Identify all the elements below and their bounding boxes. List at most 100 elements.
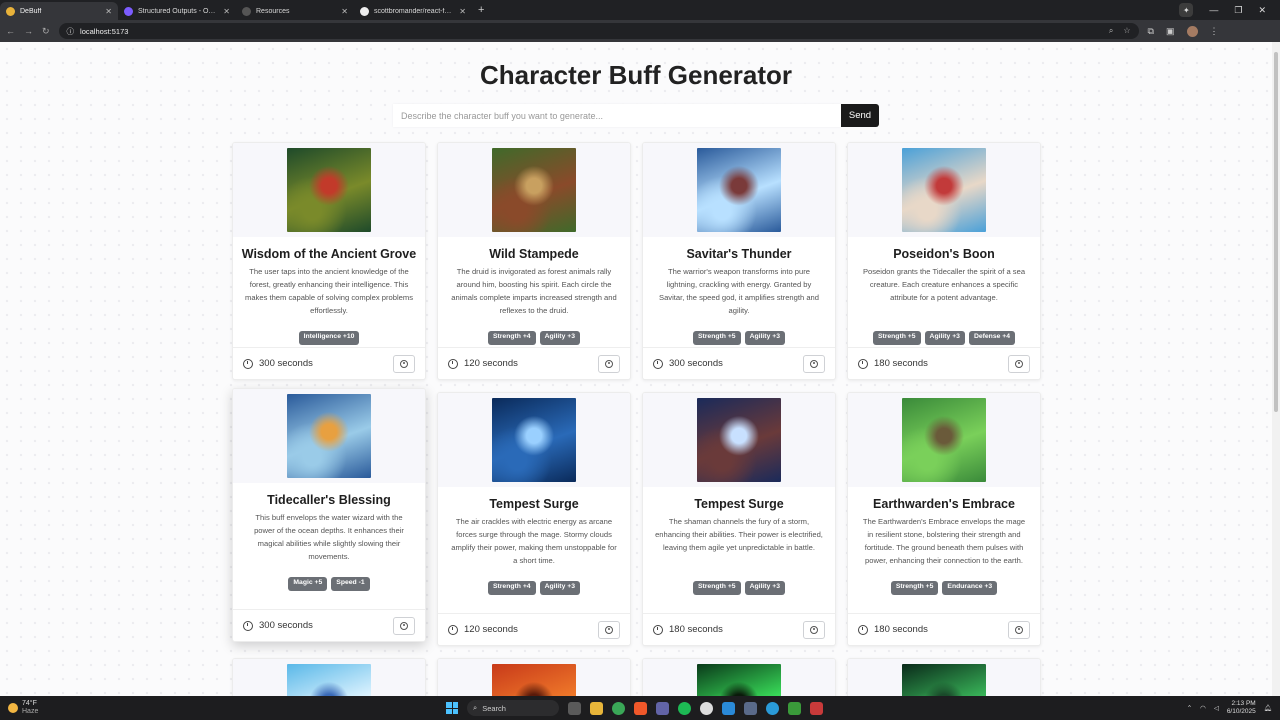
buff-action-button[interactable] [393, 354, 415, 373]
buff-card[interactable]: Tempest Surge The shaman channels the fu… [642, 392, 836, 646]
new-tab-icon[interactable]: + [472, 4, 490, 16]
app-icon[interactable] [744, 701, 757, 715]
buff-card[interactable] [642, 658, 836, 696]
buff-prompt-input[interactable] [393, 104, 841, 127]
buff-card[interactable] [437, 658, 631, 696]
vscode-icon[interactable] [722, 701, 735, 715]
buff-stat-badges: Strength +5 Agility +3 Defense +4 [848, 331, 1040, 345]
clock-date: 6/10/2025 [1226, 708, 1256, 715]
openai-app-icon[interactable] [700, 701, 713, 715]
buff-card[interactable] [232, 658, 426, 696]
profile-avatar[interactable] [1186, 25, 1198, 37]
close-window-icon[interactable]: ✕ [1258, 5, 1266, 16]
tab-resources[interactable]: Resources ✕ [236, 2, 354, 20]
tab-debuff[interactable]: DeBuff ✕ [0, 2, 118, 20]
clock-icon [243, 620, 253, 631]
taskbar-clock[interactable]: 2:13 PM 6/10/2025 [1227, 700, 1256, 716]
windows-start-icon[interactable] [446, 702, 458, 714]
close-icon[interactable]: ✕ [459, 7, 466, 16]
brave-icon[interactable] [634, 701, 647, 715]
page-scrollbar[interactable] [1272, 42, 1280, 696]
sparkle-icon[interactable]: ✦ [1179, 3, 1194, 17]
buff-action-button[interactable] [598, 620, 620, 639]
buff-card[interactable]: Poseidon's Boon Poseidon grants the Tide… [847, 142, 1041, 380]
buff-card[interactable]: Tidecaller's Blessing This buff envelops… [232, 388, 426, 642]
scrollbar-thumb[interactable] [1274, 52, 1278, 412]
buff-card[interactable]: Wisdom of the Ancient Grove The user tap… [232, 142, 426, 380]
weather-widget[interactable]: 74°F Haze [0, 700, 230, 716]
tab-github[interactable]: scottbromander/react-fastapi- ✕ [354, 2, 472, 20]
buff-action-button[interactable] [1008, 620, 1030, 639]
address-bar[interactable]: ⓘ localhost:5173 ⌕ ☆ [58, 23, 1139, 39]
file-explorer-icon[interactable] [590, 701, 603, 715]
teams-icon[interactable] [656, 701, 669, 715]
forward-icon[interactable]: → [24, 26, 33, 36]
stat-badge: Agility +3 [744, 581, 785, 595]
buff-footer: 300 seconds [233, 609, 425, 641]
close-icon[interactable]: ✕ [223, 7, 230, 16]
tab-title: Resources [256, 7, 290, 15]
reload-icon[interactable]: ↻ [42, 26, 50, 37]
menu-icon[interactable]: ⋮ [1210, 26, 1219, 37]
buff-description: The druid is invigorated as forest anima… [451, 267, 617, 315]
edge-icon[interactable] [766, 701, 779, 715]
buff-duration: 180 seconds [874, 358, 928, 369]
bookmark-star-icon[interactable]: ☆ [1123, 26, 1130, 36]
clock-icon [653, 358, 663, 369]
tab-title: DeBuff [20, 7, 42, 15]
buff-stat-badges: Strength +5 Endurance +3 [848, 581, 1040, 595]
task-view-icon[interactable] [568, 701, 581, 715]
send-button[interactable]: Send [841, 104, 879, 127]
maximize-icon[interactable]: ❐ [1234, 5, 1242, 16]
stat-badge: Speed -1 [331, 577, 370, 591]
buff-image [697, 398, 781, 482]
buff-action-button[interactable] [803, 620, 825, 639]
weather-haze-icon [8, 703, 18, 713]
buff-action-button[interactable] [393, 616, 415, 635]
terminal-icon[interactable] [788, 701, 801, 715]
buff-stat-badges: Intelligence +10 [233, 331, 425, 345]
buff-footer: 120 seconds [438, 613, 630, 645]
spotify-icon[interactable] [678, 701, 691, 715]
tray-chevron-icon[interactable]: ⌃ [1187, 704, 1192, 712]
buff-image [287, 394, 371, 478]
stat-badge: Strength +4 [487, 581, 536, 595]
stat-badge: Agility +3 [539, 581, 580, 595]
buff-description: The air crackles with electric energy as… [451, 517, 617, 565]
taskbar-search[interactable]: ⌕ Search [467, 700, 559, 716]
buff-card[interactable]: Wild Stampede The druid is invigorated a… [437, 142, 631, 380]
buff-card[interactable]: Savitar's Thunder The warrior's weapon t… [642, 142, 836, 380]
buff-grid: Wisdom of the Ancient Grove The user tap… [232, 142, 1042, 696]
weather-condition: Haze [22, 708, 39, 715]
app-red-icon[interactable] [810, 701, 823, 715]
buff-card[interactable] [847, 658, 1041, 696]
tab-structured-outputs[interactable]: Structured Outputs - OpenAI API ✕ [118, 2, 236, 20]
debuff-favicon-icon [6, 6, 15, 16]
volume-icon[interactable]: ◁ [1214, 704, 1219, 712]
wifi-icon[interactable]: ◠ [1200, 704, 1206, 712]
buff-image-frame [848, 659, 1040, 696]
buff-action-button[interactable] [1008, 354, 1030, 373]
buff-stat-badges: Strength +5 Agility +3 [643, 581, 835, 595]
buff-image [902, 398, 986, 482]
buff-duration: 120 seconds [464, 624, 518, 635]
notification-bell-icon[interactable]: 🔔︎ [1264, 704, 1272, 712]
zoom-icon[interactable]: ⌕ [1109, 26, 1113, 36]
taskbar-apps: ⌕ Search [446, 700, 823, 716]
chrome-icon[interactable] [612, 701, 625, 715]
buff-action-button[interactable] [803, 354, 825, 373]
site-info-icon[interactable]: ⓘ [67, 26, 75, 37]
sidepanel-icon[interactable]: ▣ [1166, 26, 1175, 37]
buff-image [492, 664, 576, 696]
buff-card[interactable]: Earthwarden's Embrace The Earthwarden's … [847, 392, 1041, 646]
close-icon[interactable]: ✕ [341, 7, 348, 16]
page-title: Character Buff Generator [479, 60, 793, 90]
buff-card[interactable]: Tempest Surge The air crackles with elec… [437, 392, 631, 646]
minimize-icon[interactable]: — [1209, 5, 1218, 15]
extensions-icon[interactable]: ⧉ [1148, 26, 1154, 37]
close-icon[interactable]: ✕ [105, 7, 112, 16]
buff-duration: 300 seconds [259, 620, 313, 631]
buff-action-button[interactable] [598, 354, 620, 373]
buff-description: The shaman channels the fury of a storm,… [655, 517, 823, 552]
back-icon[interactable]: ← [6, 26, 15, 36]
